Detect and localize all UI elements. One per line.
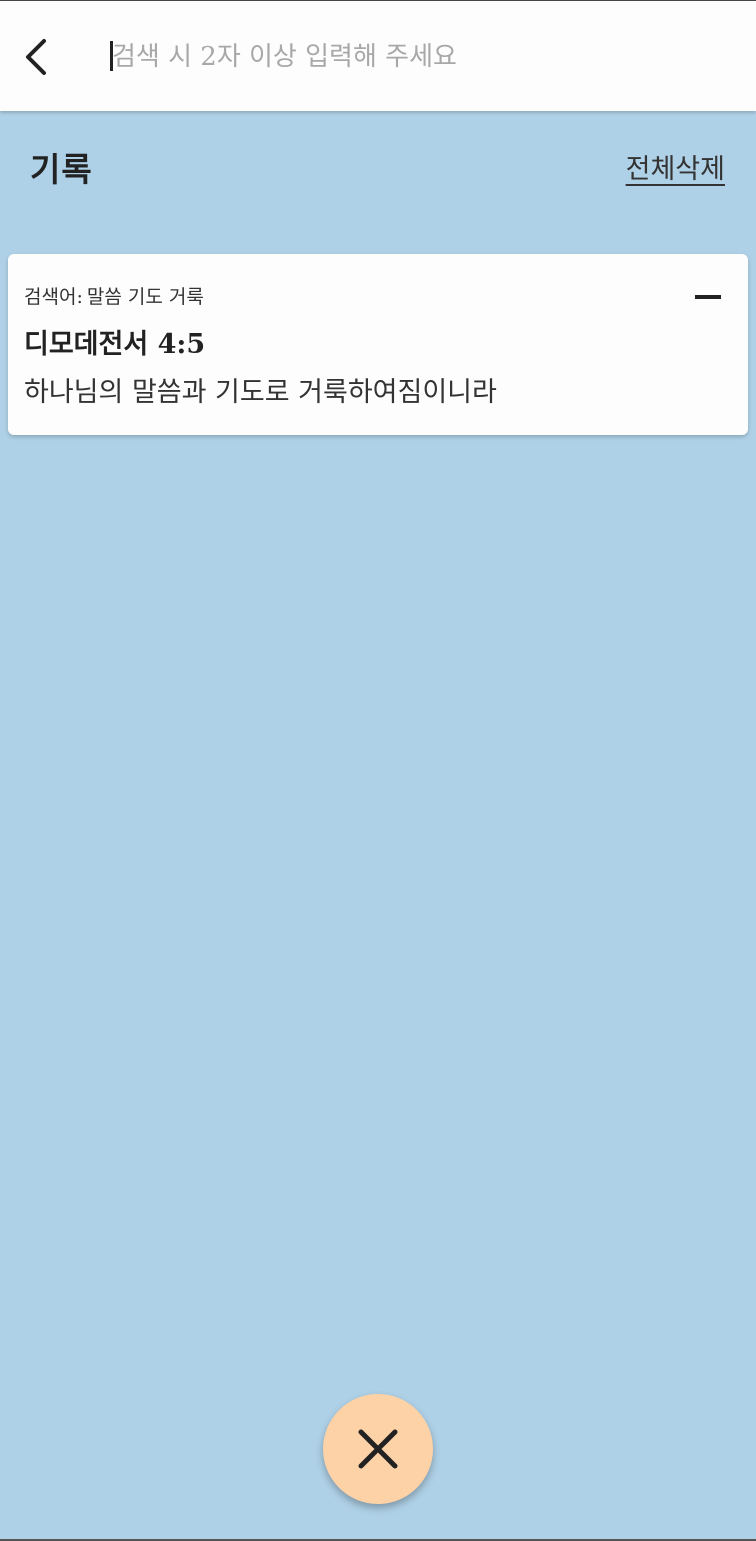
close-button[interactable] (323, 1394, 433, 1504)
close-icon (358, 1429, 398, 1469)
search-query: 검색어: 말씀 기도 거룩 (24, 282, 204, 309)
search-query-text: 말씀 기도 거룩 (86, 286, 204, 308)
history-item[interactable]: 검색어: 말씀 기도 거룩 디모데전서 4:5 하나님의 말씀과 기도로 거룩하여… (8, 254, 748, 435)
history-title: 기록 (30, 150, 93, 189)
chevron-left-icon (26, 39, 46, 75)
verse-text: 하나님의 말씀과 기도로 거룩하여짐이니라 (24, 377, 497, 408)
back-button[interactable] (14, 31, 58, 83)
search-bar (0, 0, 756, 111)
verse-reference: 디모데전서 4:5 (24, 329, 206, 360)
text-cursor (110, 41, 113, 71)
clear-all-button[interactable]: 전체삭제 (626, 147, 725, 186)
remove-history-button[interactable] (688, 282, 728, 312)
search-input[interactable] (108, 35, 732, 79)
search-query-label: 검색어: (24, 286, 83, 308)
minus-icon (695, 295, 721, 299)
